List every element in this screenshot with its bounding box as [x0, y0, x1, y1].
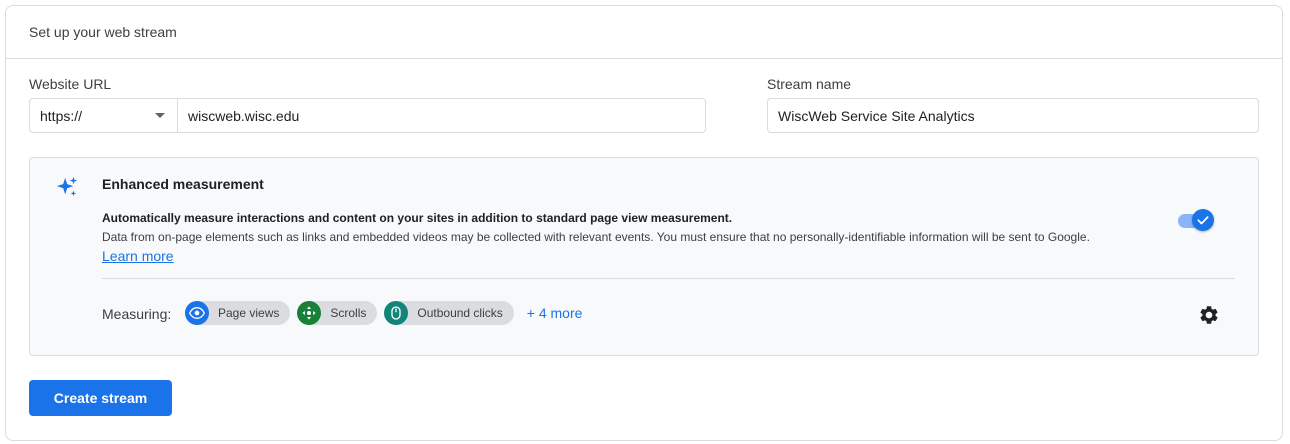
mouse-icon	[384, 301, 408, 325]
protocol-value: https://	[40, 108, 82, 124]
stream-name-input[interactable]: WiscWeb Service Site Analytics	[767, 98, 1259, 133]
measuring-chips: Page views Scrolls Outbo	[185, 301, 582, 325]
chip-page-views: Page views	[185, 301, 290, 325]
chip-label: Page views	[218, 306, 279, 320]
chip-outbound-clicks: Outbound clicks	[384, 301, 513, 325]
check-icon	[1196, 213, 1210, 227]
divider	[102, 278, 1235, 279]
website-url-value: wiscweb.wisc.edu	[188, 108, 299, 124]
chip-label: Scrolls	[330, 306, 366, 320]
stream-name-label: Stream name	[767, 76, 851, 92]
more-measurements-link[interactable]: + 4 more	[527, 305, 583, 321]
website-url-label: Website URL	[29, 76, 111, 92]
card-title: Set up your web stream	[29, 24, 177, 40]
toggle-knob	[1192, 209, 1214, 231]
chevron-down-icon	[155, 113, 165, 118]
enhanced-measurement-note: Data from on-page elements such as links…	[102, 230, 1090, 244]
create-stream-button[interactable]: Create stream	[29, 380, 172, 416]
card-header: Set up your web stream	[6, 6, 1282, 59]
website-url-field-group: https:// wiscweb.wisc.edu	[29, 98, 706, 133]
eye-icon	[185, 301, 209, 325]
enhanced-measurement-title: Enhanced measurement	[102, 176, 264, 192]
scroll-arrows-icon	[297, 301, 321, 325]
web-stream-setup-card: Set up your web stream Website URL https…	[5, 5, 1283, 441]
stream-name-value: WiscWeb Service Site Analytics	[778, 108, 975, 124]
enhanced-measurement-panel: Enhanced measurement Automatically measu…	[29, 157, 1259, 356]
gear-icon[interactable]	[1198, 304, 1220, 326]
chip-scrolls: Scrolls	[297, 301, 377, 325]
enhanced-measurement-description: Automatically measure interactions and c…	[102, 211, 732, 225]
chip-label: Outbound clicks	[417, 306, 502, 320]
learn-more-link[interactable]: Learn more	[102, 248, 174, 264]
measuring-label: Measuring:	[102, 306, 171, 322]
protocol-select[interactable]: https://	[30, 99, 178, 132]
enhanced-measurement-toggle[interactable]	[1178, 209, 1216, 233]
sparkle-icon	[56, 176, 78, 198]
website-url-input[interactable]: wiscweb.wisc.edu	[178, 99, 705, 132]
